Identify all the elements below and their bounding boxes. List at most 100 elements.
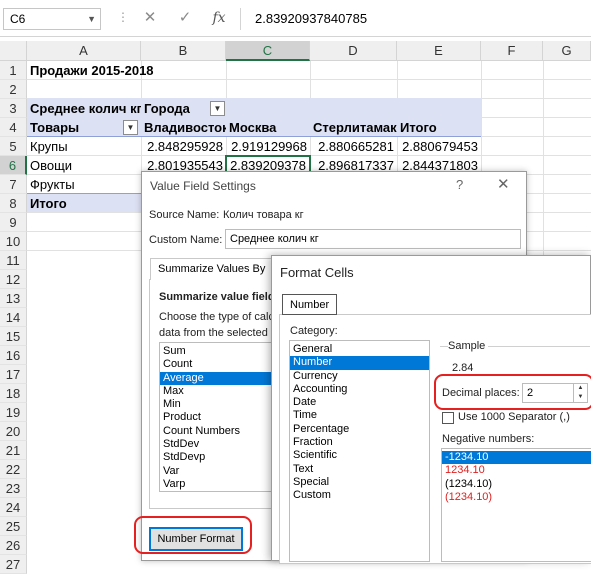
value-cell[interactable]: 2.919129968 [226, 137, 310, 156]
row-header[interactable]: 13 [0, 289, 27, 308]
list-item[interactable]: Percentage [290, 423, 429, 436]
row-header[interactable]: 11 [0, 251, 27, 270]
stepper-buttons[interactable]: ▲ ▼ [573, 384, 587, 402]
dialog-title: Format Cells [280, 265, 354, 280]
list-item[interactable]: Date [290, 396, 429, 409]
grand-total-row-label[interactable]: Итого [27, 194, 141, 213]
row-header[interactable]: 25 [0, 517, 27, 536]
column-header-f[interactable]: F [481, 41, 543, 61]
list-item-selected[interactable]: Number [290, 356, 429, 370]
row-header[interactable]: 19 [0, 403, 27, 422]
tab-number[interactable]: Number [282, 294, 338, 315]
format-cells-dialog: Format Cells Number Category: General Nu… [271, 255, 591, 564]
row-header[interactable]: 16 [0, 346, 27, 365]
city-header[interactable]: Москва [226, 118, 310, 137]
select-all-corner[interactable] [0, 41, 27, 61]
chevron-down-icon[interactable]: ▼ [87, 9, 96, 29]
formula-input[interactable]: 2.83920937840785 [240, 8, 591, 30]
city-header[interactable]: Владивосток [141, 118, 226, 137]
sample-value: 2.84 [452, 362, 474, 374]
enter-icon[interactable]: ✓ [176, 9, 194, 27]
list-item[interactable]: Currency [290, 370, 429, 383]
row-header[interactable]: 12 [0, 270, 27, 289]
custom-name-field[interactable]: Среднее колич кг [225, 229, 521, 249]
category-listbox[interactable]: General Number Currency Accounting Date … [289, 340, 430, 562]
summarize-description: data from the selected fi [159, 327, 277, 339]
column-header-c[interactable]: C [226, 41, 310, 61]
list-item-selected[interactable]: -1234.10 [442, 451, 591, 465]
row-header[interactable]: 1 [0, 61, 27, 80]
value-cell[interactable]: 2.880679453 [397, 137, 481, 156]
pivot-row-label[interactable]: Товары [27, 118, 127, 137]
formula-bar: C6 ▼ ⋮ ✕ ✓ fx 2.83920937840785 [0, 0, 591, 37]
summarize-heading: Summarize value field b [159, 291, 285, 303]
row-header[interactable]: 14 [0, 308, 27, 327]
summarize-description: Choose the type of calcu [159, 311, 281, 323]
number-format-button[interactable]: Number Format [149, 527, 243, 551]
pivot-value-label[interactable]: Среднее колич кг [27, 99, 141, 118]
sheet-title-cell[interactable]: Продажи 2015-2018 [27, 61, 227, 80]
list-item[interactable]: Text [290, 463, 429, 476]
value-cell[interactable]: 2.848295928 [141, 137, 226, 156]
list-item[interactable]: Time [290, 409, 429, 422]
list-item[interactable]: Custom [290, 489, 429, 502]
row-header[interactable]: 27 [0, 555, 27, 574]
stepper-down-icon[interactable]: ▼ [574, 393, 587, 402]
tab-summarize-values-by[interactable]: Summarize Values By [150, 258, 274, 280]
row-header[interactable]: 24 [0, 498, 27, 517]
row-header[interactable]: 2 [0, 80, 27, 99]
column-header-e[interactable]: E [397, 41, 481, 61]
row-header[interactable]: 20 [0, 422, 27, 441]
pivot-column-label[interactable]: Города [141, 99, 211, 118]
close-icon[interactable]: ✕ [497, 175, 510, 193]
column-header-a[interactable]: A [27, 41, 141, 61]
negative-numbers-listbox[interactable]: -1234.10 1234.10 (1234.10) (1234.10) [441, 448, 591, 562]
column-header-b[interactable]: B [141, 41, 226, 61]
row-header[interactable]: 15 [0, 327, 27, 346]
row-header[interactable]: 17 [0, 365, 27, 384]
list-item[interactable]: Scientific [290, 449, 429, 462]
row-label-cell[interactable]: Овощи [27, 156, 141, 175]
help-icon[interactable]: ? [456, 177, 463, 192]
column-header-d[interactable]: D [310, 41, 397, 61]
row-label-cell[interactable]: Фрукты [27, 175, 141, 194]
row-header[interactable]: 10 [0, 232, 27, 251]
row-header[interactable]: 22 [0, 460, 27, 479]
row-header[interactable]: 23 [0, 479, 27, 498]
sample-label: Sample [448, 340, 489, 352]
list-item[interactable]: Accounting [290, 383, 429, 396]
cancel-icon[interactable]: ✕ [141, 9, 159, 27]
row-header-selected[interactable]: 6 [0, 156, 27, 175]
row-header[interactable]: 7 [0, 175, 27, 194]
row-header[interactable]: 21 [0, 441, 27, 460]
list-item[interactable]: Special [290, 476, 429, 489]
list-item[interactable]: 1234.10 [442, 464, 591, 477]
row-header[interactable]: 3 [0, 99, 27, 118]
row-header[interactable]: 5 [0, 137, 27, 156]
decimal-places-stepper[interactable]: 2 ▲ ▼ [522, 383, 588, 403]
list-item[interactable]: General [290, 343, 429, 356]
row-header[interactable]: 8 [0, 194, 27, 213]
row-filter-dropdown-icon[interactable]: ▼ [123, 120, 138, 135]
insert-function-icon[interactable]: fx [210, 9, 228, 27]
row-header[interactable]: 9 [0, 213, 27, 232]
thousands-separator-checkbox[interactable] [442, 412, 454, 424]
city-header[interactable]: Стерлитамак [310, 118, 397, 137]
column-filter-dropdown-icon[interactable]: ▼ [210, 101, 225, 116]
value-cell[interactable]: 2.880665281 [310, 137, 397, 156]
grand-total-header[interactable]: Итого [397, 118, 481, 137]
dialog-title: Value Field Settings [150, 179, 256, 193]
formula-bar-grip: ⋮ [117, 10, 129, 24]
row-label-cell[interactable]: Крупы [27, 137, 141, 156]
row-header[interactable]: 4 [0, 118, 27, 137]
list-item[interactable]: Fraction [290, 436, 429, 449]
list-item[interactable]: (1234.10) [442, 478, 591, 491]
stepper-up-icon[interactable]: ▲ [574, 384, 587, 393]
column-header-g[interactable]: G [543, 41, 591, 61]
source-name-value: Колич товара кг [223, 209, 304, 221]
row-header[interactable]: 18 [0, 384, 27, 403]
category-label: Category: [290, 325, 338, 337]
row-header[interactable]: 26 [0, 536, 27, 555]
name-box[interactable]: C6 ▼ [3, 8, 101, 30]
list-item[interactable]: (1234.10) [442, 491, 591, 504]
